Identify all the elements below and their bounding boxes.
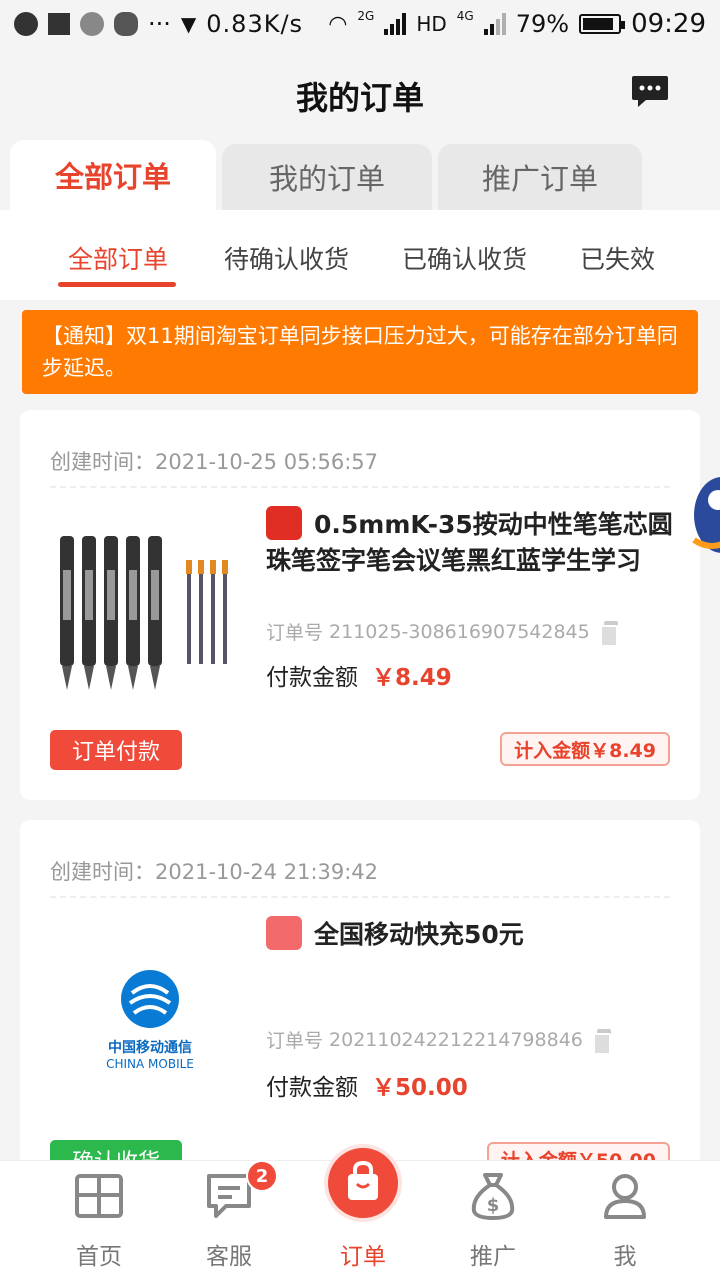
created-time-label: 创建时间： [50,860,155,884]
order-number-label: 订单号 [266,1030,324,1052]
pinduoduo-icon [266,506,302,540]
battery-percent: 79% [515,10,570,38]
created-time-label: 创建时间： [50,450,155,474]
payment-amount: ￥50.00 [372,1075,468,1101]
wifi-icon: ◠ [328,11,348,37]
signal-type: 2G [357,9,375,23]
signal-bars-icon [384,13,407,35]
payment-row: 付款金额 ￥8.49 [266,658,452,692]
shopping-bag-icon [348,1160,378,1200]
product-title[interactable]: 全国移动快充50元 [266,916,676,953]
order-number-value: 20211024221221479​8846 [329,1028,583,1051]
order-number-label: 订单号 [266,622,324,644]
order-type-tabs: 全部订单 我的订单 推广订单 [0,140,720,210]
active-tab-indicator [58,282,176,287]
tab-all-orders[interactable]: 全部订单 [10,140,216,210]
nav-customer-service-label: 客服 [206,1244,252,1270]
china-mobile-logo-en: CHINA MOBILE [106,1057,194,1071]
clock: 09:29 [631,9,706,39]
nav-orders-label: 订单 [340,1244,386,1270]
product-image-pens[interactable] [50,510,250,710]
created-time-value: 2021-10-24 21:39:42 [155,860,379,884]
status-bar: ··· ▼ 0.83K/s ◠ 2G HD 4G 79% 09:29 [0,0,720,48]
subtab-expired[interactable]: 已失效 [580,240,655,276]
subtab-confirmed-receipt[interactable]: 已确认收货 [402,240,527,276]
tab-my-orders[interactable]: 我的订单 [222,144,432,210]
unread-badge: 2 [246,1160,278,1192]
svg-text:$: $ [487,1195,500,1216]
battery-icon [579,14,626,34]
user-icon [604,1174,646,1219]
pay-order-button[interactable]: 订单付款 [50,730,183,770]
status-filter-tabs: 全部订单 待确认收货 已确认收货 已失效 [0,210,720,300]
signal-type-2: 4G [456,9,474,23]
subtab-pending-receipt[interactable]: 待确认收货 [224,240,349,276]
product-image-china-mobile[interactable]: 中国移动通信 CHINA MOBILE [50,920,250,1120]
orders-fab[interactable] [328,1148,398,1218]
globe-icon [14,12,38,36]
home-grid-icon [75,1174,123,1218]
order-number-value: 211025-308616907542845 [329,620,590,643]
location-icon: ▼ [180,12,197,36]
nav-me[interactable]: 我 [560,1161,690,1280]
created-time-value: 2021-10-25 05:56:57 [155,450,379,474]
divider [50,896,670,898]
product-title-text: 全国移动快充50元 [314,920,524,949]
created-time: 创建时间：2021-10-24 21:39:42 [50,856,378,886]
page-header: 我的订单 [0,48,720,144]
copy-icon[interactable] [592,1028,611,1055]
money-bag-icon: $ [471,1173,515,1221]
message-icon[interactable] [630,74,670,110]
signal-bars-icon-2 [483,13,506,35]
nav-promotion[interactable]: $ 推广 [428,1161,558,1280]
created-time: 创建时间：2021-10-25 05:56:57 [50,446,378,476]
notice-banner: 【通知】双11期间淘宝订单同步接口压力过大，可能存在部分订单同步延迟。 [22,310,698,394]
search-app-icon [80,12,104,36]
order-number: 订单号 211025-308616907542845 [266,618,618,647]
wechat-icon [114,12,138,36]
order-card: 创建时间：2021-10-25 05:56:57 0.5mmK-35按动中性笔笔… [20,410,700,800]
nav-home[interactable]: 首页 [34,1161,164,1280]
china-mobile-logo-icon [121,970,179,1028]
product-title[interactable]: 0.5mmK-35按动中性笔笔芯圆珠笔签字笔会议笔黑红蓝学生学习 [266,506,676,579]
china-mobile-logo-cn: 中国移动通信 [108,1040,192,1056]
net-speed: 0.83K/s [206,10,304,38]
product-title-text: 0.5mmK-35按动中性笔笔芯圆珠笔签字笔会议笔黑红蓝学生学习 [266,510,673,575]
copy-icon[interactable] [599,620,618,647]
payment-label: 付款金额 [266,665,358,691]
hd-label: HD [416,12,447,36]
divider [50,486,670,488]
more-icon: ··· [148,10,171,38]
page-title: 我的订单 [295,79,424,117]
payment-label: 付款金额 [266,1075,358,1101]
subtab-all[interactable]: 全部订单 [68,240,168,276]
app-icon [48,13,70,35]
order-number: 订单号 20211024221221479​8846 [266,1026,611,1055]
tab-promotion-orders[interactable]: 推广订单 [438,144,642,210]
nav-promotion-label: 推广 [470,1244,516,1270]
nav-me-label: 我 [613,1244,637,1270]
payment-row: 付款金额 ￥50.00 [266,1068,468,1102]
commission-badge: 计入金额￥8.49 [500,732,670,766]
nav-home-label: 首页 [76,1244,122,1270]
phone-recharge-icon [266,916,302,950]
floating-mascot-icon[interactable] [692,470,720,560]
payment-amount: ￥8.49 [372,665,452,691]
